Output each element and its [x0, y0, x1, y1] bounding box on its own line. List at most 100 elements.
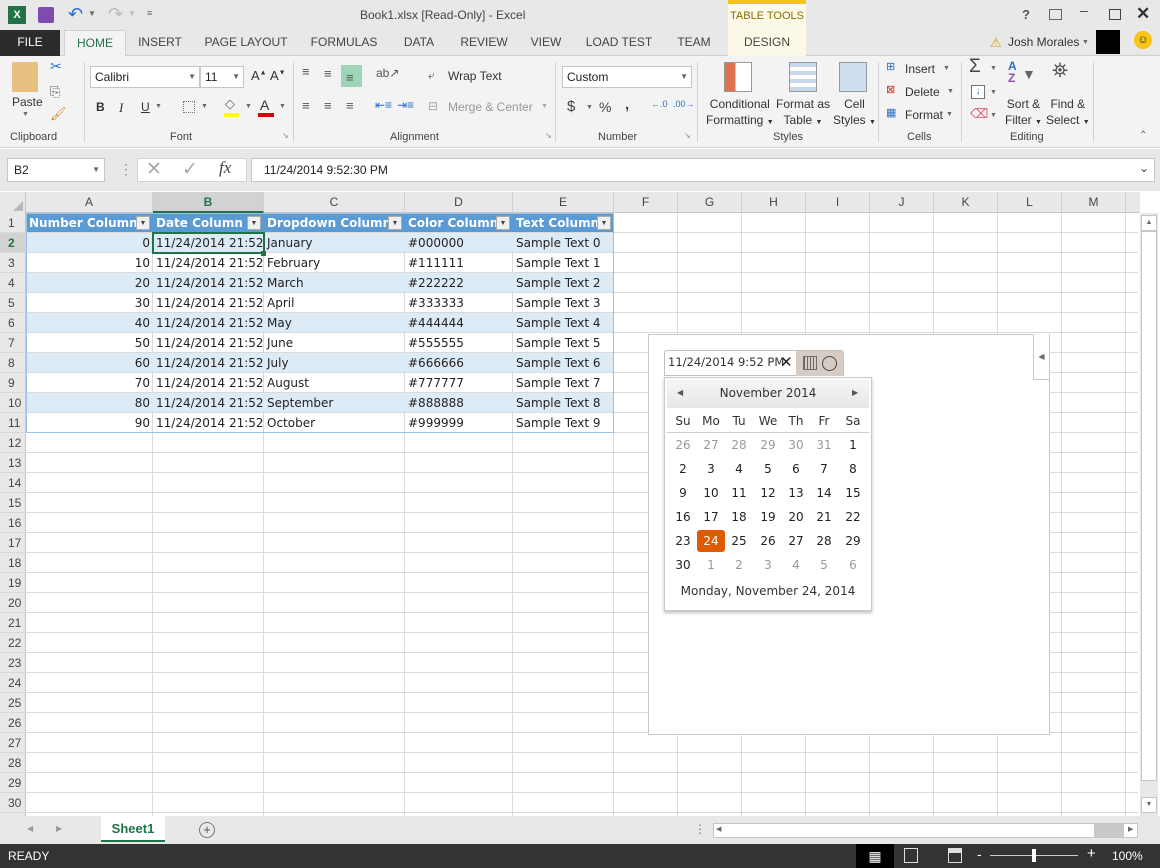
clear-date-icon[interactable]: ✕: [780, 353, 793, 371]
merge-dropdown-icon[interactable]: ▼: [541, 103, 548, 110]
row-header-7[interactable]: 7: [0, 333, 26, 353]
column-header-e[interactable]: E: [513, 192, 614, 213]
table-cell[interactable]: #222222: [405, 273, 513, 293]
table-cell[interactable]: 11/24/2014 21:52: [153, 373, 264, 393]
customize-qat-icon[interactable]: ≡: [147, 8, 152, 18]
row-header-14[interactable]: 14: [0, 473, 26, 493]
cell-styles-button[interactable]: Cell Styles ▼: [833, 96, 876, 131]
calendar-day[interactable]: 5: [810, 554, 838, 576]
filter-dropdown-icon[interactable]: ▼: [597, 216, 611, 230]
calendar-day[interactable]: 4: [725, 458, 753, 480]
calendar-day[interactable]: 1: [697, 554, 725, 576]
table-cell[interactable]: 11/24/2014 21:52: [153, 333, 264, 353]
calendar-day[interactable]: 27: [782, 530, 810, 552]
tab-formulas[interactable]: FORMULAS: [304, 30, 384, 56]
column-header-l[interactable]: L: [998, 192, 1062, 213]
sheet-tab-sheet1[interactable]: Sheet1: [101, 816, 165, 842]
calendar-icon[interactable]: [803, 356, 817, 370]
maximize-icon[interactable]: [1109, 9, 1121, 20]
font-size-select[interactable]: 11 ▼: [200, 66, 244, 88]
column-header-j[interactable]: J: [870, 192, 934, 213]
table-cell[interactable]: 20: [26, 273, 153, 293]
zoom-in-icon[interactable]: +: [1087, 845, 1096, 862]
conditional-formatting-button[interactable]: Conditional Formatting ▼: [706, 96, 774, 131]
table-header-cell[interactable]: Dropdown Column: [264, 213, 405, 233]
calendar-day[interactable]: 3: [697, 458, 725, 480]
decrease-indent-icon[interactable]: ⇤≡: [375, 98, 392, 112]
table-cell[interactable]: 80: [26, 393, 153, 413]
fill-icon[interactable]: ↓: [971, 85, 985, 99]
decrease-font-icon[interactable]: A▼: [270, 68, 286, 83]
find-select-button[interactable]: Find & Select ▼: [1046, 96, 1090, 131]
delete-dropdown-icon[interactable]: ▼: [947, 88, 954, 95]
calendar-day[interactable]: 7: [810, 458, 838, 480]
increase-indent-icon[interactable]: ⇥≡: [397, 98, 414, 112]
insert-dropdown-icon[interactable]: ▼: [943, 65, 950, 72]
row-header-4[interactable]: 4: [0, 273, 26, 293]
tab-review[interactable]: REVIEW: [454, 30, 514, 56]
format-painter-icon[interactable]: 🖌: [50, 106, 67, 122]
confirm-entry-icon[interactable]: ✓: [182, 158, 198, 181]
minimize-icon[interactable]: –: [1080, 2, 1088, 18]
row-header-6[interactable]: 6: [0, 313, 26, 333]
top-align-icon[interactable]: ≡: [302, 64, 310, 79]
merge-center-button[interactable]: Merge & Center: [448, 100, 533, 114]
borders-icon[interactable]: [183, 101, 195, 113]
fill-color-dropdown-icon[interactable]: ▼: [245, 103, 252, 110]
table-cell[interactable]: Sample Text 9: [513, 413, 614, 433]
expand-formula-bar-icon[interactable]: ⌄: [1139, 161, 1149, 175]
table-cell[interactable]: 11/24/2014 21:52: [153, 273, 264, 293]
increase-decimal-icon[interactable]: ←.0: [651, 99, 668, 109]
bottom-align-button[interactable]: ≡: [341, 65, 362, 87]
table-cell[interactable]: 11/24/2014 21:52: [153, 233, 264, 253]
calendar-day[interactable]: 28: [810, 530, 838, 552]
calendar-day[interactable]: 12: [754, 482, 782, 504]
filter-dropdown-icon[interactable]: ▼: [388, 216, 402, 230]
table-cell[interactable]: #555555: [405, 333, 513, 353]
column-header-i[interactable]: I: [806, 192, 870, 213]
table-cell[interactable]: February: [264, 253, 405, 273]
alignment-dialog-launcher-icon[interactable]: ↘: [545, 131, 552, 140]
collapse-pane-button[interactable]: ◀: [1033, 334, 1049, 380]
fill-handle[interactable]: [261, 251, 266, 256]
calendar-day[interactable]: 25: [725, 530, 753, 552]
table-cell[interactable]: September: [264, 393, 405, 413]
row-header-2[interactable]: 2: [0, 233, 26, 253]
calendar-day[interactable]: 14: [810, 482, 838, 504]
column-header-m[interactable]: M: [1062, 192, 1126, 213]
scroll-down-icon[interactable]: ▼: [1141, 797, 1157, 813]
calendar-day[interactable]: 17: [697, 506, 725, 528]
table-cell[interactable]: #999999: [405, 413, 513, 433]
tab-file[interactable]: FILE: [0, 30, 60, 56]
scroll-up-icon[interactable]: ▲: [1141, 215, 1157, 231]
calendar-day[interactable]: 16: [669, 506, 697, 528]
row-header-3[interactable]: 3: [0, 253, 26, 273]
user-avatar[interactable]: [1096, 30, 1120, 54]
calendar-day[interactable]: 3: [754, 554, 782, 576]
column-header-b[interactable]: B: [153, 192, 264, 213]
calendar-day[interactable]: 2: [669, 458, 697, 480]
table-cell[interactable]: 11/24/2014 21:52: [153, 353, 264, 373]
table-cell[interactable]: August: [264, 373, 405, 393]
row-header-16[interactable]: 16: [0, 513, 26, 533]
normal-view-icon[interactable]: ▦: [856, 844, 894, 868]
format-dropdown-icon[interactable]: ▼: [946, 111, 953, 118]
table-cell[interactable]: 0: [26, 233, 153, 253]
delete-cells-button[interactable]: Delete: [905, 85, 940, 99]
calendar-day[interactable]: 21: [810, 506, 838, 528]
table-cell[interactable]: 30: [26, 293, 153, 313]
calendar-day[interactable]: 8: [839, 458, 867, 480]
calendar-day[interactable]: 15: [839, 482, 867, 504]
column-header-g[interactable]: G: [678, 192, 742, 213]
table-cell[interactable]: October: [264, 413, 405, 433]
zoom-level[interactable]: 100%: [1112, 849, 1143, 863]
column-header-d[interactable]: D: [405, 192, 513, 213]
page-break-view-icon[interactable]: [948, 848, 962, 863]
row-header-29[interactable]: 29: [0, 773, 26, 793]
calendar-day[interactable]: 23: [669, 530, 697, 552]
tab-load-test[interactable]: LOAD TEST: [580, 30, 658, 56]
comma-button[interactable]: ,: [625, 96, 629, 113]
clear-icon[interactable]: ⌫: [970, 106, 988, 122]
row-header-26[interactable]: 26: [0, 713, 26, 733]
table-cell[interactable]: Sample Text 2: [513, 273, 614, 293]
